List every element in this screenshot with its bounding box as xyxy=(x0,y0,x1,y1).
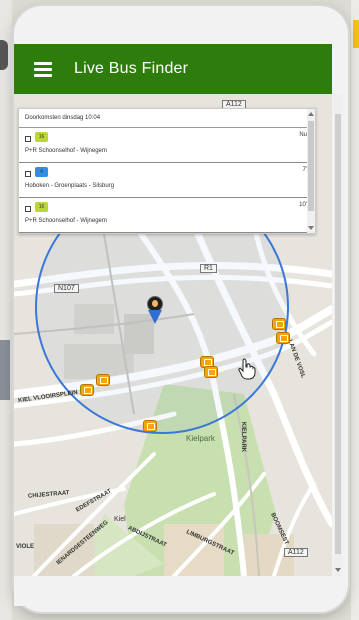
departures-panel[interactable]: Doorkomsten dinsdag 10:04 16 P+R Schoons… xyxy=(18,108,316,234)
departure-destination: Hoboken - Groenplaats - Silsburg xyxy=(25,183,115,189)
bottom-bar xyxy=(14,576,332,606)
bus-icon xyxy=(25,136,31,142)
background-shape xyxy=(0,40,8,70)
departure-eta: 10' xyxy=(299,202,307,208)
bus-stop-icon[interactable] xyxy=(143,420,157,432)
departure-eta: Nu xyxy=(299,132,307,138)
street-label: VIOLE xyxy=(16,544,35,550)
road-shield-n107: N107 xyxy=(54,284,79,293)
app-title: Live Bus Finder xyxy=(74,60,189,77)
departure-destination: P+R Schoonselhof - Wijnegem xyxy=(25,148,107,154)
location-pin-icon[interactable] xyxy=(147,296,163,326)
hand-cursor-icon xyxy=(238,358,256,380)
scroll-down-icon[interactable] xyxy=(308,226,314,230)
bus-stop-icon[interactable] xyxy=(276,332,290,344)
line-badge: 4 xyxy=(35,167,48,177)
scroll-up-icon[interactable] xyxy=(308,112,314,116)
bus-stop-icon[interactable] xyxy=(204,366,218,378)
bus-icon xyxy=(25,206,31,212)
menu-icon[interactable] xyxy=(34,62,52,77)
bus-stop-icon[interactable] xyxy=(272,318,286,330)
pin-marker xyxy=(148,310,162,324)
background-right xyxy=(351,0,359,620)
bus-stop-icon[interactable] xyxy=(96,374,110,386)
road-shield-a112-bottom: A112 xyxy=(284,548,308,557)
park-label: Kielpark xyxy=(186,434,215,443)
scroll-down-icon[interactable] xyxy=(335,568,341,572)
departure-row[interactable]: 16 P+R Schoonselhof - Wijnegem Nu xyxy=(19,128,315,163)
app-bar: Live Bus Finder xyxy=(14,44,332,94)
panel-scrollbar[interactable] xyxy=(307,109,315,233)
bus-icon xyxy=(25,171,31,177)
line-badge: 16 xyxy=(35,132,48,142)
departures-header: Doorkomsten dinsdag 10:04 xyxy=(19,109,315,128)
area-label: Kiel xyxy=(114,516,126,523)
line-badge: 16 xyxy=(35,202,48,212)
map-scrollbar[interactable] xyxy=(334,94,342,576)
departure-row[interactable]: 4 Hoboken - Groenplaats - Silsburg 7' xyxy=(19,163,315,198)
scroll-thumb[interactable] xyxy=(335,114,341,554)
street-label: KIELPARK xyxy=(240,421,247,453)
scroll-thumb[interactable] xyxy=(308,121,314,211)
background-tab xyxy=(353,20,359,48)
bus-stop-icon[interactable] xyxy=(80,384,94,396)
departure-destination: P+R Schoonselhof - Wijnegem xyxy=(25,218,107,224)
background-left xyxy=(0,0,12,620)
departure-row[interactable]: 16 P+R Schoonselhof - Wijnegem 10' xyxy=(19,198,315,233)
background-strip xyxy=(0,340,10,400)
road-shield-r1: R1 xyxy=(200,264,217,273)
